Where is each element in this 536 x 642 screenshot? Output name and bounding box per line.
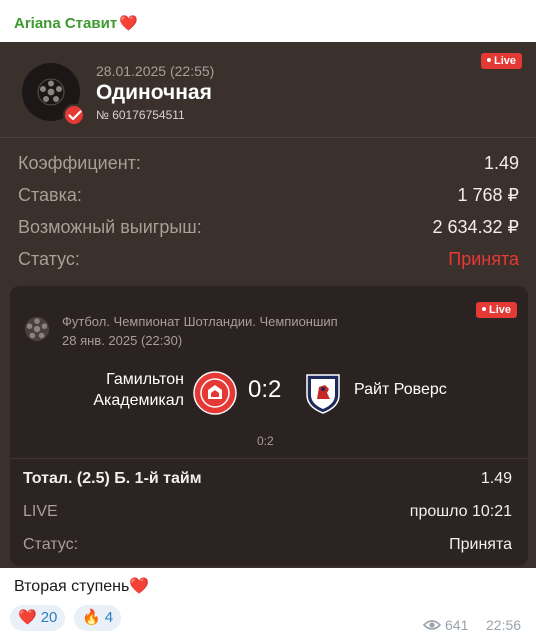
reaction-heart[interactable]: ❤️ 20 [10,605,66,631]
message-time: 22:56 [486,617,522,633]
reaction-fire[interactable]: 🔥 4 [74,605,122,631]
odds-value: 1.49 [483,153,519,173]
channel-name[interactable]: Ariana Ставит ❤️ [14,14,138,32]
home-team-crest-icon [193,371,237,420]
away-team-crest-icon [303,371,343,420]
match-score: 0:2 [248,376,282,403]
message-text: Вторая ступень❤️ [14,578,150,595]
status-value: Принята [448,249,519,269]
stake-label: Ставка: [18,185,82,205]
away-team-name: Райт Роверс [354,381,447,398]
potential-win-value: 2 634.32 ₽ [432,217,519,237]
reaction-count: 4 [104,609,114,626]
odds-label: Коэффициент: [18,153,141,173]
bet-card: Live 28.01.2025 (22:55) Одиночная № 6017… [0,42,536,568]
views-count: 641 [422,617,468,633]
market-label: Тотал. (2.5) Б. 1-й тайм [23,470,202,487]
half-score: 0:2 [257,434,274,448]
event-status-label: Статус: [23,536,79,553]
stake-value: 1 768 ₽ [457,185,520,205]
heart-icon: ❤️ [18,609,37,626]
potential-win-label: Возможный выигрыш: [18,217,202,237]
soccer-ball-icon [24,316,50,347]
event-date: 28 янв. 2025 (22:30) [62,333,183,348]
event-status-value: Принята [449,536,512,553]
bet-number: № 60176754511 [96,108,185,122]
channel-header: Ariana Ставит ❤️ [0,0,536,42]
event-live-badge: Live [476,302,518,318]
market-odds: 1.49 [480,470,512,487]
status-label: Статус: [18,249,80,269]
elapsed-time: прошло 10:21 [409,503,512,520]
live-label: LIVE [23,503,58,520]
bet-type: Одиночная [96,81,212,104]
home-team-name: Гамильтон Академикал [93,371,184,409]
eye-icon [422,620,442,630]
heart-icon: ❤️ [129,578,150,595]
league-name: Футбол. Чемпионат Шотландии. Чемпионшип [62,314,338,329]
event-card: Live Футбол. Чемпионат Шотландии. Чемпио… [10,286,528,566]
fire-icon: 🔥 [82,609,101,626]
reaction-count: 20 [40,609,58,626]
divider [0,137,536,138]
heart-icon: ❤️ [119,15,138,32]
bet-date: 28.01.2025 (22:55) [96,63,215,79]
live-badge: Live [481,53,523,69]
divider [10,458,528,459]
check-icon [63,104,85,126]
